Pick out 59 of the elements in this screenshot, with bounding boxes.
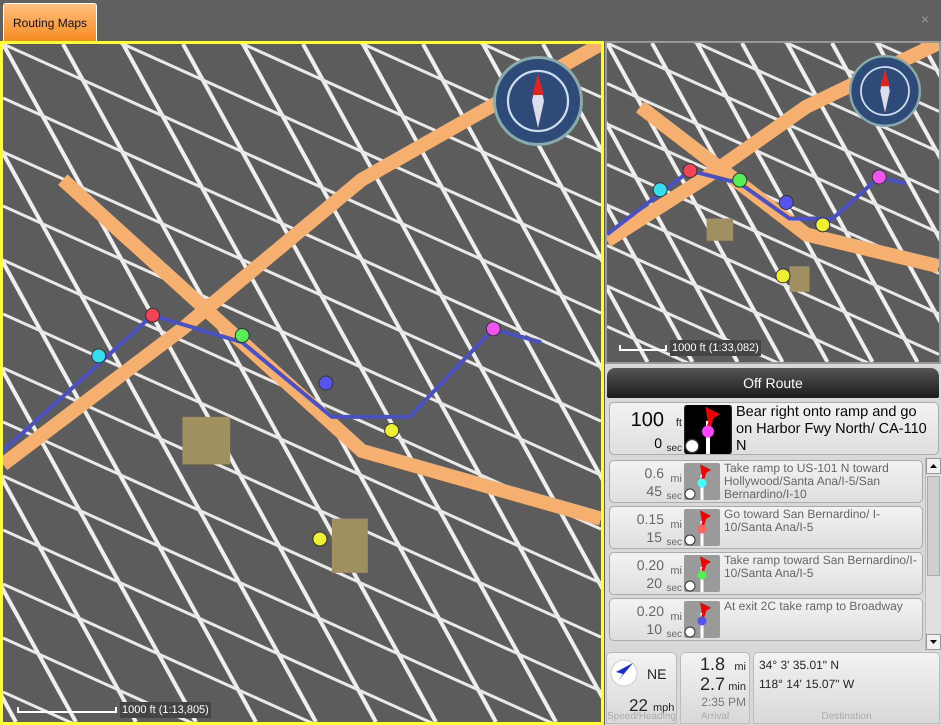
heading-text: NE — [647, 665, 666, 684]
step-time: 15 — [646, 528, 662, 547]
direction-step[interactable]: 0.20 mi 20 sec Take ramp toward San Bernardino/I-10/Santa Ana/I-5 — [609, 552, 923, 595]
down-arrow-icon — [930, 640, 937, 644]
step-distance: 100 — [630, 408, 664, 433]
step-time: 0 — [654, 434, 662, 453]
time-unit: sec — [666, 582, 682, 596]
turn-arrow-icon — [706, 408, 720, 454]
overview-map-drawing[interactable] — [607, 43, 939, 362]
scroll-down-button[interactable] — [926, 634, 941, 650]
scroll-up-button[interactable] — [926, 458, 941, 474]
step-instruction: At exit 2C take ramp to Broadway — [724, 599, 904, 615]
compass-icon[interactable] — [493, 56, 583, 146]
step-distance: 0.20 — [636, 556, 664, 575]
turn-arrow-icon — [700, 512, 712, 546]
duration-unit: min — [728, 681, 746, 693]
distance-unit: mi — [670, 610, 682, 625]
turn-arrow-icon — [700, 604, 712, 638]
latitude-text: 34° 3' 35.01" N — [759, 658, 840, 672]
position-marker-icon — [684, 438, 700, 454]
arrival-distance: 1.8 — [700, 654, 725, 674]
step-instruction: Go toward San Bernardino/ I-10/Santa Ana/I-5 — [724, 507, 882, 536]
scale-label: 1000 ft (1:13,805) — [120, 702, 211, 718]
time-unit: sec — [666, 442, 682, 456]
distance-unit: mi — [734, 661, 746, 673]
time-unit: sec — [666, 536, 682, 550]
direction-step[interactable]: 0.15 mi 15 sec Go toward San Bernardino/ I-10/Santa Ana/I-5 — [609, 506, 923, 549]
scale-label: 1000 ft (1:33,082) — [670, 340, 761, 356]
direction-step[interactable]: 0.20 mi 10 sec At exit 2C take ramp to Broadway — [609, 598, 923, 641]
step-time: 20 — [646, 574, 662, 593]
time-unit: sec — [666, 490, 682, 504]
step-instruction: Bear right onto ramp and go on Harbor Fwy North/ CA-110 N — [736, 403, 928, 454]
distance-unit: mi — [670, 564, 682, 579]
route-status-bar: Off Route — [607, 368, 939, 398]
step-time: 45 — [646, 482, 662, 501]
step-distance: 0.20 — [636, 602, 664, 621]
panel-caption: Speed/Heading — [607, 711, 676, 724]
map-drawing[interactable] — [3, 44, 601, 722]
turn-arrow-icon — [700, 558, 712, 592]
up-arrow-icon — [930, 464, 937, 468]
step-instruction: Take ramp toward San Bernardino/I-10/Santa Ana/I-5 — [724, 553, 918, 582]
direction-step[interactable]: 0.6 mi 45 sec Take ramp to US-101 N toward Hollywood/Santa Ana/I-5/San Bernardino/I-10 — [609, 460, 923, 503]
arrival-clock: 2:35 PM — [701, 696, 746, 709]
step-distance: 0.15 — [636, 510, 664, 529]
turn-arrow-icon — [700, 466, 712, 500]
step-distance: 0.6 — [644, 464, 664, 483]
step-time: 10 — [646, 620, 662, 639]
scrollbar[interactable] — [925, 458, 941, 650]
step-instruction: Take ramp to US-101 N toward Hollywood/Santa Ana/I-5/San Bernardino/I-10 — [724, 461, 890, 502]
tab[interactable]: Routing Maps — [3, 3, 98, 41]
distance-unit: mi — [670, 518, 682, 533]
direction-step[interactable]: 100 ft 0 sec Bear right onto ramp and go on Harbor Fwy North/ CA-110 N — [609, 402, 939, 455]
scale-bar — [619, 344, 667, 351]
compass-icon[interactable] — [849, 55, 921, 127]
distance-unit: ft — [676, 416, 682, 431]
arrival-duration: 2.7 — [700, 674, 725, 694]
longitude-text: 118° 14' 15.07" W — [759, 677, 854, 691]
distance-unit: mi — [670, 472, 682, 487]
time-unit: sec — [666, 628, 682, 642]
